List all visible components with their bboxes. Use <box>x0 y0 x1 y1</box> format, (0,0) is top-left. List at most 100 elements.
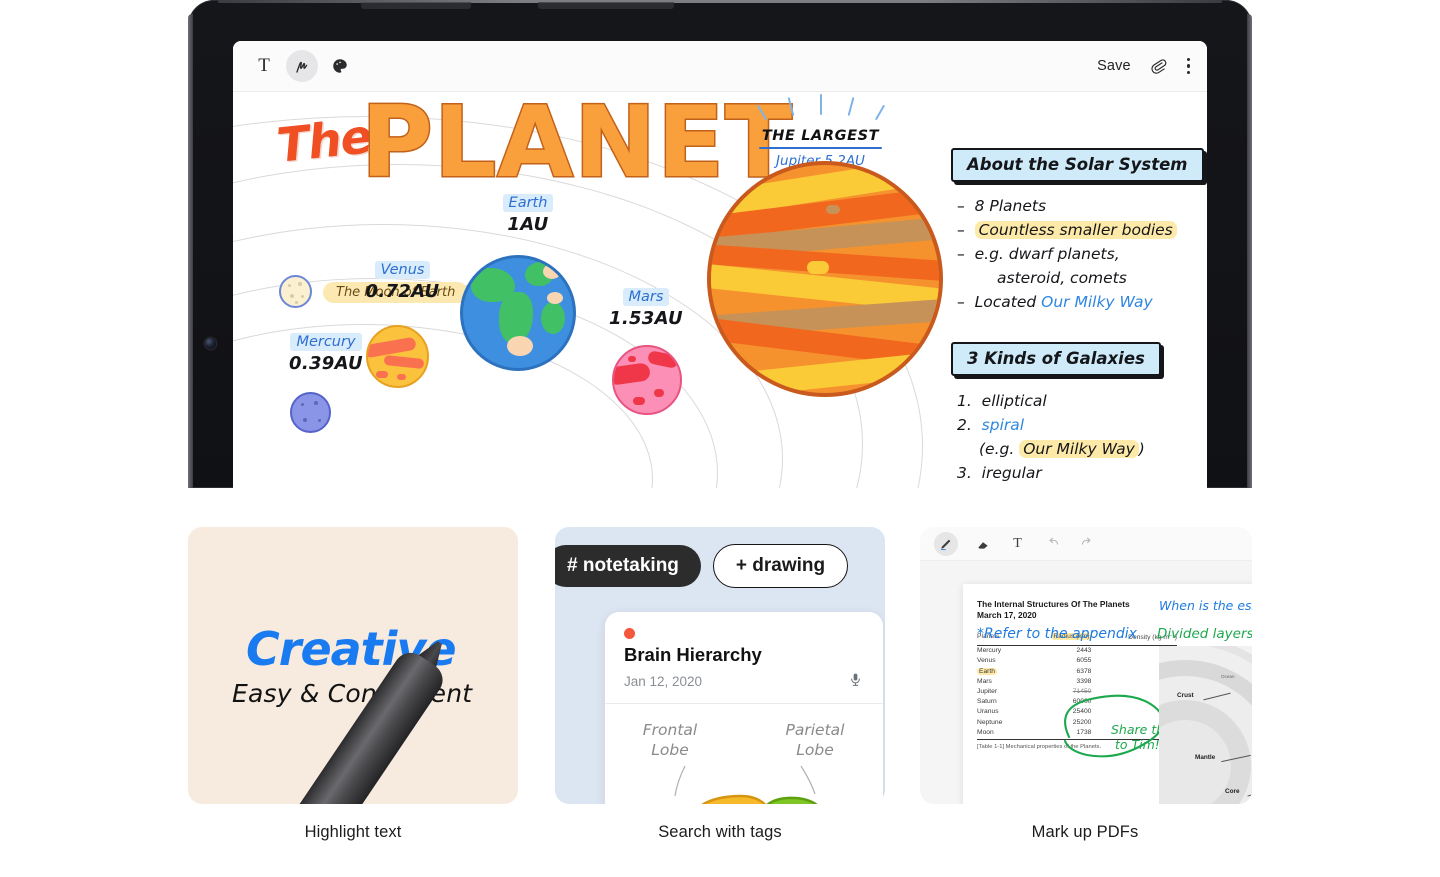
list-item: – e.g. dwarf planets, <box>957 245 1120 264</box>
pdf-pen-button[interactable] <box>934 531 958 556</box>
text-icon: T <box>258 55 270 76</box>
planet-name: Mars <box>622 288 670 306</box>
note-color-dot <box>624 628 635 639</box>
list-item: asteroid, comets <box>997 269 1127 288</box>
tag-notetaking[interactable]: # notetaking <box>555 545 701 587</box>
note-divider <box>605 703 883 704</box>
lobe-label-parietal: Parietal Lobe <box>785 721 845 760</box>
note-title-the: The <box>274 109 375 174</box>
toolbar-action-group: Save <box>1097 56 1192 76</box>
planet-distance: 0.72AU <box>365 281 440 302</box>
page-root: T Save The PLANET THE LARGEST The Moon o… <box>0 0 1440 877</box>
tablet-right-edge <box>1247 14 1252 488</box>
kebab-dot <box>1186 70 1190 75</box>
microphone-icon[interactable] <box>848 670 863 689</box>
front-camera-icon <box>205 338 216 349</box>
feature-caption: Search with tags <box>658 823 782 841</box>
planet-distance: 1.53AU <box>609 308 683 329</box>
list-item: – Countless smaller bodies <box>957 218 1177 242</box>
kebab-dot <box>1186 57 1190 62</box>
kebab-dot <box>1186 64 1190 68</box>
redo-icon <box>1081 537 1091 545</box>
largest-underline <box>759 147 882 149</box>
list-item: 2. spiral <box>957 416 1025 435</box>
diagram-label-ocean: Ocean <box>1221 674 1235 679</box>
s-pen-stylus-icon <box>238 655 518 804</box>
markup-pdfs-visual: T The Internal Structures Of The Planets… <box>920 527 1252 804</box>
tablet-left-edge <box>188 14 193 488</box>
tag-drawing[interactable]: + drawing <box>712 544 849 588</box>
note-list-galaxies: 1. elliptical 2. spiral (e.g. Our Milky … <box>957 389 1145 485</box>
palette-icon <box>333 59 347 73</box>
planet-label-venus: Venus 0.72AU <box>345 259 460 302</box>
planet-name: Mercury <box>290 333 362 351</box>
text-icon: T <box>1013 535 1022 551</box>
note-title-planet: PLANET <box>360 86 794 200</box>
annotation-divided-layers: Divided layers <box>1157 626 1252 642</box>
table-row: Earth63785517 <box>977 667 1177 675</box>
box-heading-text: 3 Kinds of Galaxies <box>967 349 1145 368</box>
note-preview-date: Jan 12, 2020 <box>624 674 703 689</box>
pdf-eraser-button[interactable] <box>972 533 993 554</box>
pdf-toolbar: T <box>920 527 1252 561</box>
list-item: – Located Our Milky Way <box>957 293 1153 312</box>
list-item: 1. elliptical <box>957 392 1047 410</box>
pdf-redo-button[interactable] <box>1077 533 1098 554</box>
pdf-undo-button[interactable] <box>1042 533 1063 554</box>
note-list-solar: – 8 Planets – Countless smaller bodies –… <box>957 194 1177 314</box>
planet-label-earth: Earth 1AU <box>473 192 583 235</box>
volume-button[interactable] <box>361 2 471 9</box>
paperclip-icon[interactable] <box>1148 56 1168 76</box>
planet-name: Earth <box>502 194 554 212</box>
table-row: Uranus254001330 <box>977 708 1177 716</box>
planet-mars <box>612 345 682 415</box>
save-button[interactable]: Save <box>1097 58 1130 74</box>
feature-card-highlight-text: Creative Easy & Convenient Highlight tex… <box>188 527 518 842</box>
planet-jupiter <box>707 161 943 397</box>
table-row: Mars33983937 <box>977 677 1177 685</box>
table-row: Saturn60000700 <box>977 698 1177 706</box>
highlight-text-visual: Creative Easy & Convenient <box>188 527 518 804</box>
search-tags-visual: # notetaking + drawing Brain Hierarchy J… <box>555 527 885 804</box>
note-preview-title: Brain Hierarchy <box>624 644 762 665</box>
annotation-to-tim: to Tim! <box>1115 737 1160 752</box>
diagram-label-mantle: Mantle <box>1195 754 1216 761</box>
feature-cards: Creative Easy & Convenient Highlight tex… <box>0 527 1440 877</box>
planet-label-mars: Mars 1.53AU <box>591 286 701 329</box>
moon-illustration <box>279 275 312 308</box>
largest-heading: THE LARGEST <box>761 128 880 144</box>
note-preview-card[interactable]: Brain Hierarchy Jan 12, 2020 Frontal Lob… <box>605 612 883 804</box>
feature-card-search-tags: # notetaking + drawing Brain Hierarchy J… <box>555 527 885 842</box>
box-heading-text: About the Solar System <box>967 155 1188 174</box>
pdf-document-page[interactable]: The Internal Structures Of The Planets M… <box>963 584 1252 804</box>
feature-card-markup-pdfs: T The Internal Structures Of The Planets… <box>920 527 1252 842</box>
more-options-button[interactable] <box>1185 56 1192 76</box>
list-item: – 8 Planets <box>957 197 1047 215</box>
planet-name: Venus <box>374 261 431 279</box>
planet-venus <box>366 325 429 388</box>
eraser-icon <box>977 541 988 549</box>
list-item: 3. iregular <box>957 464 1042 483</box>
planet-earth <box>460 255 576 371</box>
feature-caption: Highlight text <box>304 823 402 841</box>
planet-distance: 0.39AU <box>289 353 363 374</box>
lobe-label-frontal: Frontal Lobe <box>642 721 698 760</box>
feature-caption: Mark up PDFs <box>1031 823 1139 841</box>
pdf-text-button[interactable]: T <box>1007 533 1028 554</box>
table-row: Mercury24435400 <box>977 647 1177 655</box>
power-button[interactable] <box>538 2 674 9</box>
pen-tool-button[interactable] <box>286 50 318 82</box>
tablet-device: T Save The PLANET THE LARGEST The Moon o… <box>188 0 1252 488</box>
pen-icon <box>941 539 951 550</box>
tag-row: # notetaking + drawing <box>555 544 849 588</box>
tablet-screen: T Save The PLANET THE LARGEST The Moon o… <box>233 41 1207 488</box>
planet-label-mercury: Mercury 0.39AU <box>271 331 381 374</box>
planet-distance: 1AU <box>507 214 549 235</box>
annotation-refer-appendix: *Refer to the appendix <box>977 626 1137 642</box>
text-tool-button[interactable]: T <box>248 50 280 82</box>
palette-tool-button[interactable] <box>324 50 356 82</box>
annotation-essay-deadline: When is the essay dead <box>1159 598 1252 613</box>
diagram-label-crust: Crust <box>1177 692 1194 699</box>
note-canvas[interactable]: The PLANET THE LARGEST Jupiter 5.2AU <box>233 86 1207 488</box>
list-item: (e.g. Our Milky Way) <box>979 440 1145 459</box>
